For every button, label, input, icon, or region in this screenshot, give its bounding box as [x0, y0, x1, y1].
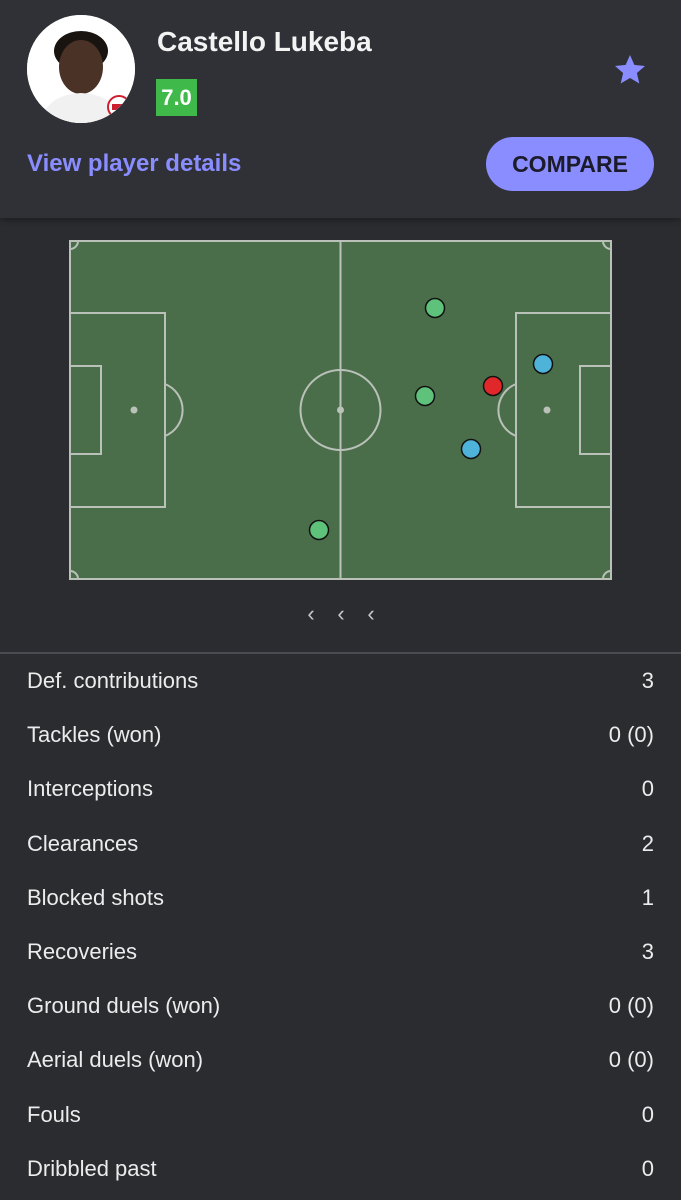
divider — [0, 652, 681, 654]
stat-row-dribbled-past: Dribbled past 0 — [0, 1143, 681, 1197]
stat-value: 0 (0) — [608, 722, 654, 748]
stat-label: Def. contributions — [27, 668, 199, 693]
stat-value: 2 — [641, 830, 654, 856]
stat-row-tackles: Tackles (won) 0 (0) — [0, 709, 681, 763]
chevron-left-icon: ‹ — [367, 601, 375, 626]
player-name: Castello Lukeba — [157, 26, 372, 57]
stat-value: 3 — [641, 938, 654, 964]
stat-label: Tackles (won) — [27, 722, 162, 748]
action-dot-green[interactable] — [414, 385, 436, 407]
stat-row-recoveries: Recoveries 3 — [0, 926, 681, 980]
player-photo — [27, 15, 135, 123]
stat-row-clearances: Clearances 2 — [0, 818, 681, 872]
stat-label: Recoveries — [27, 938, 138, 964]
view-player-details-link[interactable]: View player details — [27, 150, 241, 178]
star-icon[interactable] — [612, 52, 648, 88]
stat-value: 0 — [641, 1101, 654, 1127]
stat-value: 0 (0) — [608, 993, 654, 1019]
attack-direction-indicator: ‹ ‹ ‹ — [300, 600, 382, 628]
stat-row-fouls: Fouls 0 — [0, 1089, 681, 1143]
stat-label: Clearances — [27, 830, 139, 856]
defensive-stats-list: Def. contributions 3 Tackles (won) 0 (0)… — [0, 655, 681, 1197]
stat-value: 0 — [641, 776, 654, 802]
action-dot-blue[interactable] — [532, 353, 554, 375]
stat-row-blocked-shots: Blocked shots 1 — [0, 872, 681, 926]
compare-button[interactable]: COMPARE — [486, 137, 654, 191]
stat-label: Interceptions — [27, 776, 153, 802]
stat-label: Fouls — [27, 1101, 81, 1127]
action-map-pitch — [69, 240, 612, 580]
action-dot-green[interactable] — [424, 297, 446, 319]
chevron-left-icon: ‹ — [337, 601, 345, 626]
stat-label: Dribbled past — [27, 1155, 157, 1181]
stat-value: 0 — [641, 1155, 654, 1181]
stat-label: Aerial duels (won) — [27, 1047, 204, 1073]
stat-value: 1 — [641, 884, 654, 910]
chevron-left-icon: ‹ — [307, 601, 315, 626]
stat-label: Blocked shots — [27, 884, 164, 910]
stat-row-aerial-duels: Aerial duels (won) 0 (0) — [0, 1034, 681, 1088]
rating-badge: 7.0 — [156, 79, 197, 116]
stat-row-ground-duels: Ground duels (won) 0 (0) — [0, 980, 681, 1034]
stat-value: 0 (0) — [608, 1047, 654, 1073]
action-dot-green[interactable] — [308, 519, 330, 541]
stat-row-def-contributions: Def. contributions 3 — [0, 655, 681, 709]
stat-label: Ground duels (won) — [27, 993, 221, 1019]
stat-row-interceptions: Interceptions 0 — [0, 763, 681, 817]
stat-value: 3 — [641, 668, 654, 693]
player-header: Castello Lukeba 7.0 View player details … — [0, 0, 681, 218]
action-dot-red[interactable] — [482, 375, 504, 397]
action-dot-blue[interactable] — [460, 438, 482, 460]
player-avatar[interactable] — [27, 15, 135, 123]
